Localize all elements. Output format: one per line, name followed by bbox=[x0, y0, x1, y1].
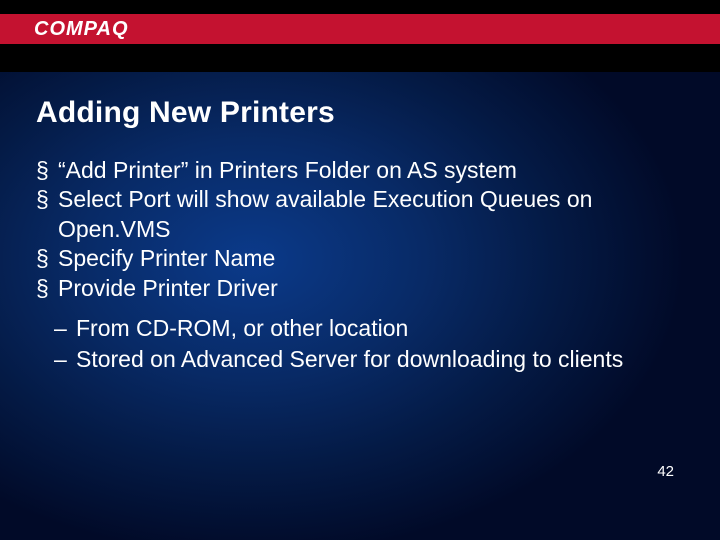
bullet-list: “Add Printer” in Printers Folder on AS s… bbox=[36, 156, 684, 303]
bullet-item: Specify Printer Name bbox=[36, 244, 684, 273]
slide: COMPAQ Adding New Printers “Add Printer”… bbox=[0, 0, 720, 540]
page-number: 42 bbox=[657, 463, 674, 480]
subbullet-item: Stored on Advanced Server for downloadin… bbox=[54, 344, 684, 374]
bullet-item: “Add Printer” in Printers Folder on AS s… bbox=[36, 156, 684, 185]
bullet-item: Provide Printer Driver bbox=[36, 274, 684, 303]
header-bar: COMPAQ bbox=[0, 0, 720, 72]
brand-logo: COMPAQ bbox=[34, 14, 129, 44]
content-area: Adding New Printers “Add Printer” in Pri… bbox=[0, 72, 720, 374]
subbullet-item: From CD-ROM, or other location bbox=[54, 313, 684, 343]
subbullet-list: From CD-ROM, or other location Stored on… bbox=[54, 313, 684, 374]
slide-title: Adding New Printers bbox=[36, 96, 684, 130]
bullet-item: Select Port will show available Executio… bbox=[36, 185, 684, 244]
